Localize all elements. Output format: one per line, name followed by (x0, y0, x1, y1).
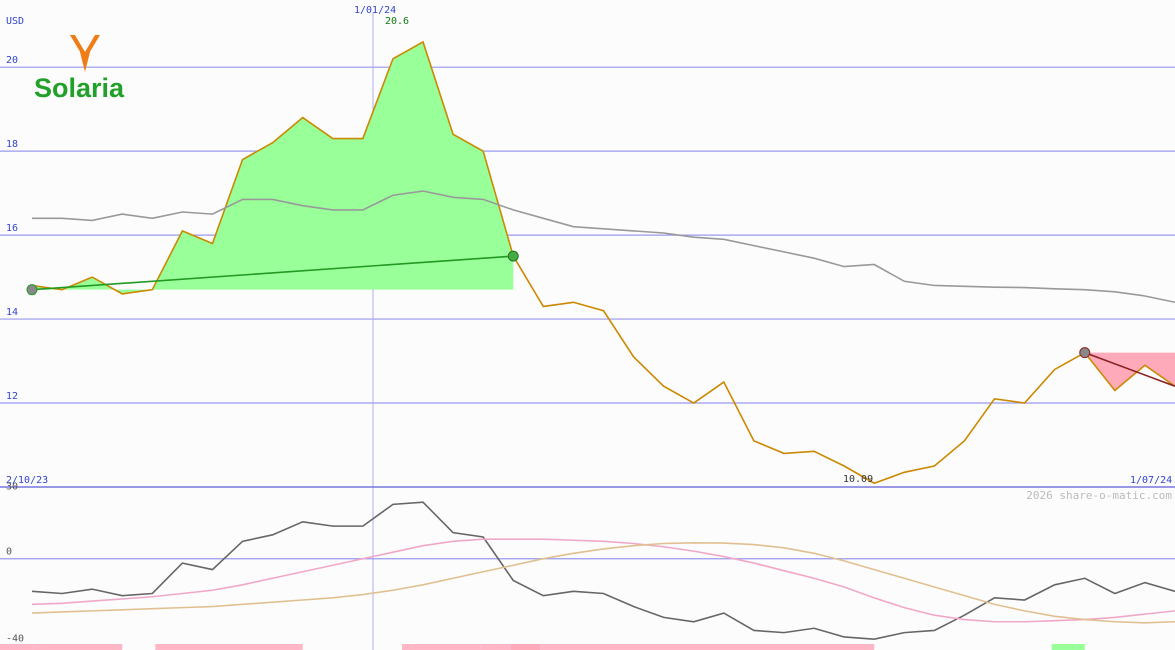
volume-bar (480, 644, 511, 650)
grid-layer: 12 14 16 18 20 (0, 12, 1175, 650)
uptrend-line-end-marker (507, 250, 519, 262)
x-mid-date-label: 1/01/24 (354, 5, 396, 16)
x-start-date-label: 2/10/23 (6, 475, 48, 486)
currency-label: USD (6, 16, 24, 27)
smoothed-1-line (31, 538, 1175, 623)
volume-bars (0, 644, 1085, 650)
chart-stage: 12 14 16 18 20 30 0 -40 USD 1/01/24 2/10/23 1/… (0, 0, 1175, 650)
volume-bar (510, 644, 541, 650)
low-value-label: 10.09 (843, 474, 873, 485)
y-tick-label: 14 (6, 307, 18, 318)
y-tick-label: 16 (6, 223, 18, 234)
downtrend-line-start-marker (1079, 347, 1091, 359)
company-logo: Solaria (34, 35, 125, 103)
volume-bar (33, 644, 123, 650)
uptrend-line-start-marker (26, 284, 38, 296)
volume-bar (1051, 644, 1085, 650)
lower-y-tick-label: 0 (6, 547, 12, 558)
oscillator-panel: 300-40 (0, 482, 1175, 645)
volume-bar (155, 644, 303, 650)
x-end-date-label: 1/07/24 (1130, 475, 1172, 486)
lower-y-tick-label: -40 (6, 634, 24, 645)
y-tick-label: 20 (6, 55, 18, 66)
oscillator-line (31, 501, 1175, 640)
volume-bar (0, 644, 34, 650)
volume-bar (401, 644, 481, 650)
logo-mark-icon (70, 35, 100, 72)
high-value-label: 20.6 (385, 16, 409, 27)
logo-text: Solaria (34, 73, 125, 103)
smoothed-2-line (31, 542, 1175, 624)
price-chart: 1214161820 300-40 USD 1/01/24 2/10/23 1/… (0, 5, 1175, 650)
y-tick-label: 12 (6, 391, 18, 402)
trend-fill-layer (32, 41, 1175, 391)
y-tick-label: 18 (6, 139, 18, 150)
volume-bar (540, 644, 875, 650)
copyright-label: 2026 share-o-matic.com (1026, 489, 1172, 502)
